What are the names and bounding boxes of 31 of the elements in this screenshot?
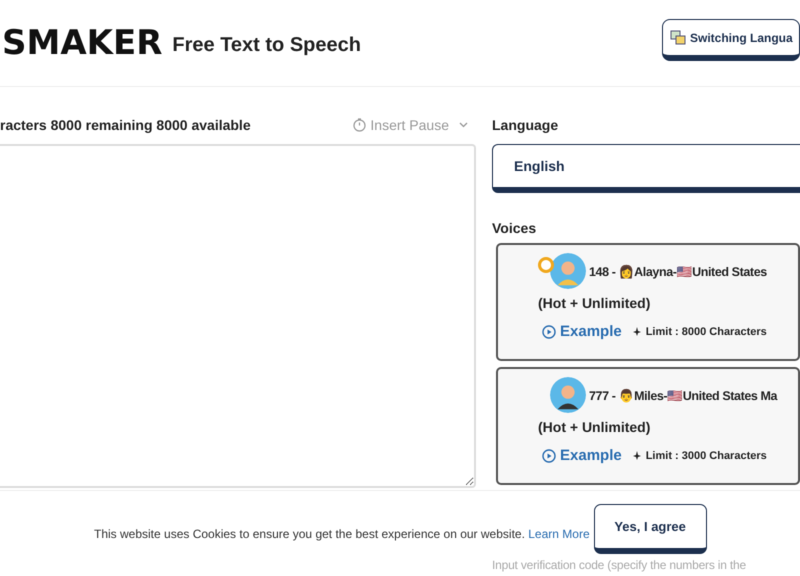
- example-button[interactable]: Example: [542, 447, 622, 464]
- voice-card[interactable]: 777 - 👨Miles-🇺🇸United States Ma (Hot + Unlimited) Example Limit : 3000 Characters: [496, 367, 800, 485]
- play-icon: [542, 448, 556, 462]
- voice-tag: (Hot + Unlimited): [538, 419, 650, 435]
- voice-tag: (Hot + Unlimited): [538, 295, 650, 311]
- character-limit: Limit : 8000 Characters: [646, 326, 767, 338]
- voices-label: Voices: [492, 219, 538, 238]
- timer-icon: [353, 118, 366, 132]
- page-title: Free Text to Speech: [172, 34, 361, 56]
- language-dropdown[interactable]: English: [492, 144, 800, 193]
- example-button[interactable]: Example: [542, 323, 622, 340]
- verification-hint: Input verification code (specify the numbers in the: [492, 558, 746, 572]
- character-limit: Limit : 3000 Characters: [646, 450, 767, 462]
- text-input-field[interactable]: [0, 144, 476, 488]
- learn-more-link[interactable]: Learn More: [528, 526, 590, 540]
- voice-name: 148 - 👩Alayna-🇺🇸United States: [589, 264, 767, 278]
- voice-card[interactable]: 148 - 👩Alayna-🇺🇸United States (Hot + Unlimited) Example Limit : 8000 Characters: [496, 243, 800, 361]
- switch-language-button[interactable]: Switching Langua: [662, 19, 800, 61]
- agree-button[interactable]: Yes, I agree: [594, 504, 707, 554]
- sparkle-icon: [632, 326, 642, 337]
- language-label: Language: [492, 116, 560, 135]
- play-icon: [542, 324, 556, 338]
- avatar-icon: [550, 253, 586, 289]
- voice-name: 777 - 👨Miles-🇺🇸United States Ma: [589, 388, 778, 402]
- avatar-icon: [550, 377, 586, 413]
- sparkle-icon: [632, 450, 642, 461]
- translate-icon: [670, 30, 686, 45]
- character-counter: racters 8000 remaining 8000 available: [0, 117, 251, 133]
- cookie-message: This website uses Cookies to ensure you get the best experience on our website. Learn More: [94, 526, 590, 540]
- chevron-down-icon: [459, 122, 468, 128]
- logo[interactable]: SMAKER: [2, 23, 162, 63]
